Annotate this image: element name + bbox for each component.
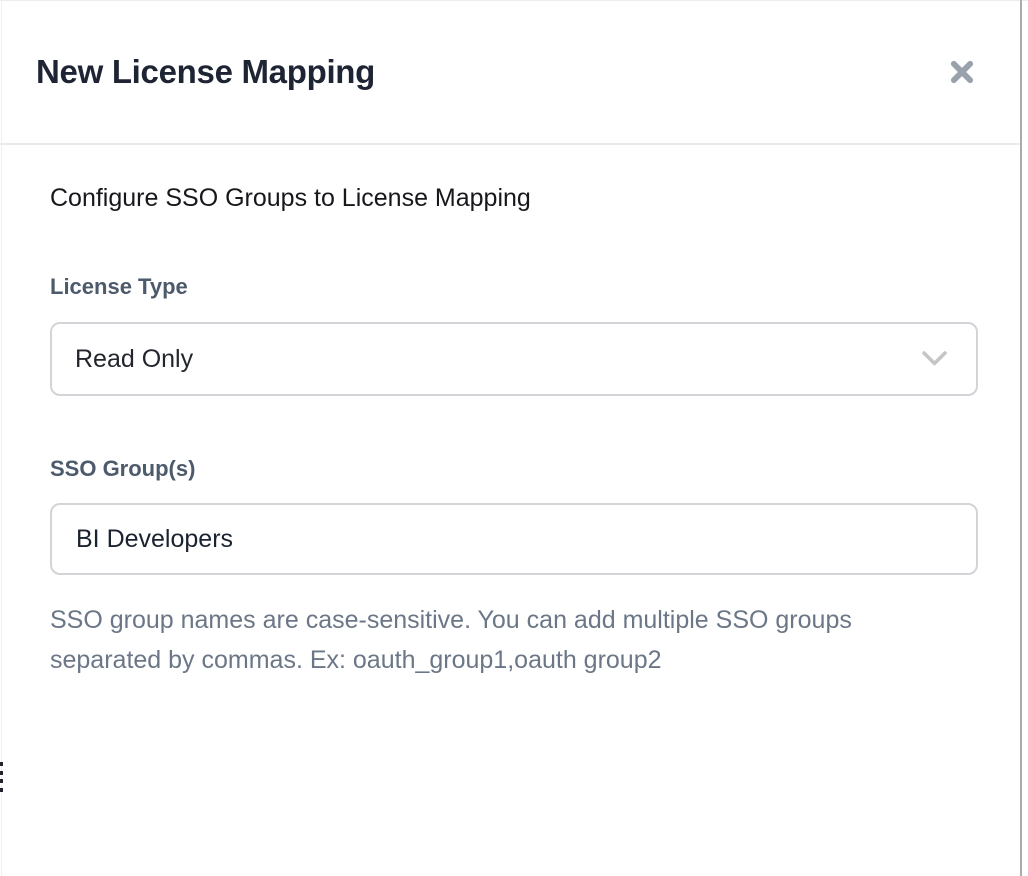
left-edge-hairline	[1, 0, 2, 876]
dialog-header: New License Mapping	[0, 0, 1021, 145]
close-icon	[948, 58, 976, 86]
background-page-fragment	[0, 762, 3, 792]
dialog-title: New License Mapping	[36, 53, 375, 91]
license-type-select[interactable]: Read Only	[50, 322, 978, 396]
sso-groups-helper-text: SSO group names are case-sensitive. You …	[50, 600, 950, 680]
new-license-mapping-dialog: New License Mapping Configure SSO Groups…	[0, 0, 1021, 876]
license-type-label: License Type	[50, 274, 971, 300]
sso-groups-input[interactable]	[50, 503, 978, 575]
screen: New License Mapping Configure SSO Groups…	[0, 0, 1028, 876]
dialog-description: Configure SSO Groups to License Mapping	[50, 183, 971, 213]
close-button[interactable]	[947, 57, 977, 87]
chevron-down-icon	[921, 350, 948, 368]
dialog-body: Configure SSO Groups to License Mapping …	[0, 183, 1021, 680]
top-edge-hairline	[0, 0, 1028, 1]
sso-groups-label: SSO Group(s)	[50, 456, 971, 482]
license-type-selected-value: Read Only	[75, 345, 193, 374]
modal-right-edge	[1020, 0, 1022, 876]
